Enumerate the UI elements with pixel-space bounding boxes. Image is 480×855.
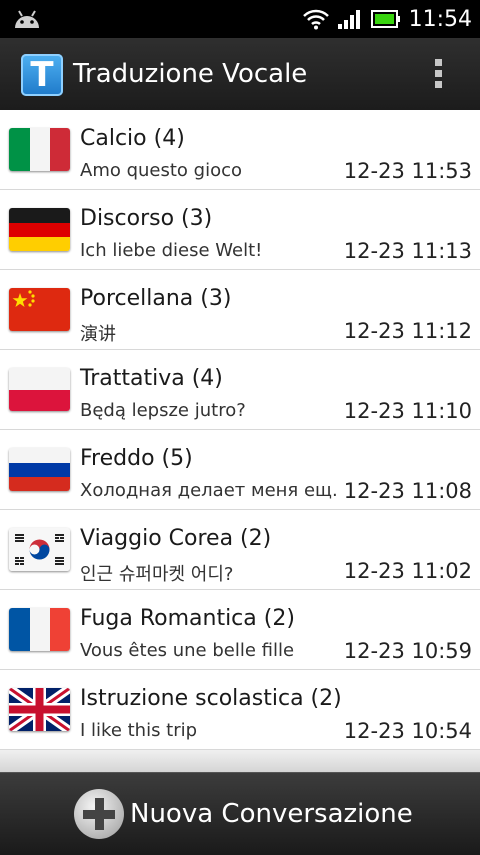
conversation-row[interactable]: Freddo (5) Холодная делает меня ещ. 12-2… — [0, 430, 480, 510]
conversation-title: Porcellana (3) — [80, 286, 232, 311]
conversation-row[interactable]: Viaggio Corea (2) 인근 슈퍼마켓 어디? 12-23 11:0… — [0, 510, 480, 590]
conversation-title: Discorso (3) — [80, 206, 213, 231]
wifi-icon — [302, 9, 329, 30]
conversation-time: 12-23 11:13 — [343, 239, 472, 263]
conversation-title: Fuga Romantica (2) — [80, 606, 295, 631]
conversation-row[interactable]: Istruzione scolastica (2) I like this tr… — [0, 670, 480, 750]
plus-icon — [74, 789, 124, 839]
conversation-preview: 演讲 — [80, 324, 116, 345]
conversation-time: 12-23 11:12 — [343, 319, 472, 343]
conversation-preview: Vous êtes une belle fille — [80, 640, 295, 661]
conversation-time: 12-23 11:10 — [343, 399, 472, 423]
germany-flag-icon — [9, 208, 70, 251]
conversation-row[interactable]: Porcellana (3) 演讲 12-23 11:12 — [0, 270, 480, 350]
poland-flag-icon — [9, 368, 70, 411]
list-footer-divider — [0, 750, 480, 772]
italy-flag-icon — [9, 128, 70, 171]
conversation-row[interactable]: Calcio (4) Amo questo gioco 12-23 11:53 — [0, 110, 480, 190]
conversation-title: Trattativa (4) — [80, 366, 223, 391]
app-bar: T Traduzione Vocale — [0, 38, 480, 110]
status-bar: 11:54 — [0, 0, 480, 38]
conversation-row[interactable]: Discorso (3) Ich liebe diese Welt! 12-23… — [0, 190, 480, 270]
conversation-time: 12-23 10:54 — [343, 719, 472, 743]
conversation-time: 12-23 10:59 — [343, 639, 472, 663]
conversation-preview: I like this trip — [80, 720, 198, 741]
china-flag-icon — [9, 288, 70, 331]
france-flag-icon — [9, 608, 70, 651]
conversation-title: Calcio (4) — [80, 126, 185, 151]
conversation-preview: Będą lepsze jutro? — [80, 400, 246, 421]
korea-flag-icon — [9, 528, 70, 571]
app-logo-icon: T — [21, 54, 63, 96]
conversation-time: 12-23 11:53 — [343, 159, 472, 183]
conversation-time: 12-23 11:02 — [343, 559, 472, 583]
conversation-row[interactable]: Trattativa (4) Będą lepsze jutro? 12-23 … — [0, 350, 480, 430]
conversation-preview: Amo questo gioco — [80, 160, 243, 181]
conversation-time: 12-23 11:08 — [343, 479, 472, 503]
signal-icon — [337, 10, 360, 29]
app-logo-letter: T — [30, 55, 54, 95]
conversation-preview: 인근 슈퍼마켓 어디? — [80, 564, 234, 585]
conversation-title: Freddo (5) — [80, 446, 193, 471]
status-time: 11:54 — [408, 6, 472, 32]
android-icon — [15, 10, 39, 28]
overflow-menu-icon[interactable] — [430, 59, 446, 89]
battery-icon — [370, 10, 400, 28]
russia-flag-icon — [9, 448, 70, 491]
bottom-action-bar: Nuova Conversazione — [0, 772, 480, 855]
new-conversation-label: Nuova Conversazione — [130, 799, 413, 829]
app-title: Traduzione Vocale — [73, 59, 308, 89]
uk-flag-icon — [9, 688, 70, 731]
conversation-preview: Холодная делает меня ещ. — [80, 480, 338, 501]
conversation-row[interactable]: Fuga Romantica (2) Vous êtes une belle f… — [0, 590, 480, 670]
new-conversation-button[interactable]: Nuova Conversazione — [74, 787, 413, 841]
conversation-preview: Ich liebe diese Welt! — [80, 240, 263, 261]
conversation-list: Calcio (4) Amo questo gioco 12-23 11:53 … — [0, 110, 480, 750]
conversation-title: Istruzione scolastica (2) — [80, 686, 342, 711]
conversation-title: Viaggio Corea (2) — [80, 526, 272, 551]
